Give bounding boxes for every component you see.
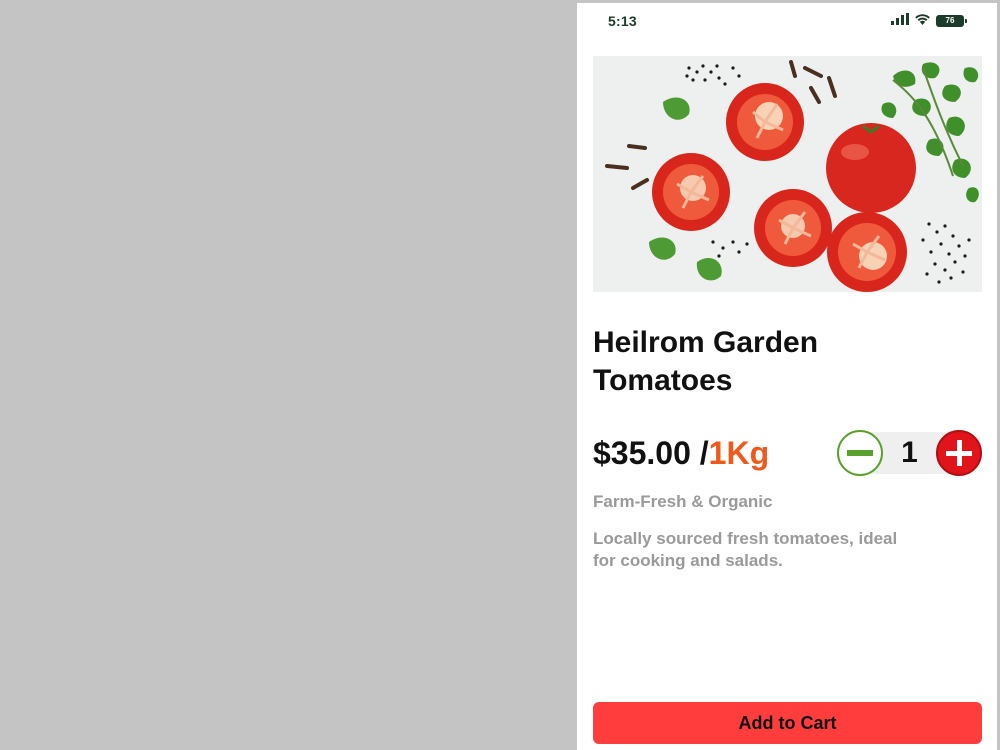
minus-icon[interactable] (837, 430, 883, 476)
battery-icon: 76 (936, 15, 967, 27)
quantity-value: 1 (901, 436, 918, 469)
product-title: Heilrom Garden Tomatoes (593, 324, 973, 400)
status-icons: 76 (891, 12, 967, 30)
price-amount: $35.00 / (593, 435, 709, 471)
phone-screen: 5:13 76 Heilrom Garden Tomatoes $35.00 /… (577, 3, 997, 750)
product-description-line-1: Locally sourced fresh tomatoes, ideal (593, 529, 898, 548)
product-title-line-2: Tomatoes (593, 364, 733, 397)
status-time: 5:13 (608, 13, 637, 29)
product-description-line-2: for cooking and salads. (593, 551, 783, 570)
product-title-line-1: Heilrom Garden (593, 326, 819, 359)
add-to-cart-button[interactable]: Add to Cart (593, 702, 982, 744)
price-unit: 1Kg (708, 435, 770, 471)
product-subtitle: Farm-Fresh & Organic (593, 492, 773, 511)
status-bar: 5:13 76 (577, 3, 997, 43)
quantity-stepper: 1 (837, 430, 983, 476)
plus-icon[interactable] (936, 430, 982, 476)
signal-icon (891, 12, 909, 30)
tomatoes-photo-icon (593, 56, 982, 292)
product-image (593, 56, 982, 292)
product-description: Locally sourced fresh tomatoes, ideal fo… (593, 528, 923, 572)
price: $35.00 /1Kg (593, 433, 769, 473)
wifi-icon (914, 12, 931, 30)
